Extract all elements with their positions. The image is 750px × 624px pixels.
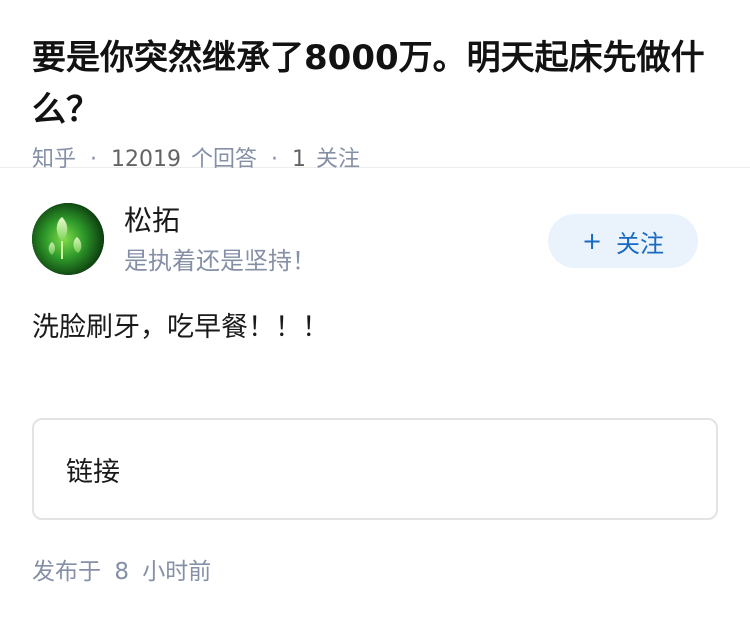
- leaf-avatar-image: [32, 203, 104, 275]
- follow-button[interactable]: + 关注: [548, 214, 698, 268]
- author-bio: 是执着还是坚持！: [124, 247, 316, 275]
- plus-icon: +: [581, 227, 603, 255]
- author-name[interactable]: 松拓: [124, 204, 180, 238]
- posted-num: 8: [114, 559, 129, 585]
- post-time: 发布于 8 小时前: [32, 557, 211, 587]
- author-row: 松拓 是执着还是坚持！ + 关注: [0, 168, 750, 288]
- answer-content: 洗脸刷牙，吃早餐！！！: [32, 312, 329, 343]
- link-card[interactable]: 链接: [32, 418, 718, 520]
- posted-suffix: 小时前: [142, 559, 212, 585]
- question-header: 要是你突然继承了8000万。明天起床先做什么？ 知乎 · 12019 个回答 ·…: [0, 0, 750, 172]
- question-title[interactable]: 要是你突然继承了8000万。明天起床先做什么？: [32, 32, 718, 136]
- follow-button-label: 关注: [616, 229, 665, 258]
- link-card-label: 链接: [66, 456, 120, 488]
- posted-label: 发布于: [32, 559, 101, 585]
- avatar[interactable]: [32, 203, 104, 275]
